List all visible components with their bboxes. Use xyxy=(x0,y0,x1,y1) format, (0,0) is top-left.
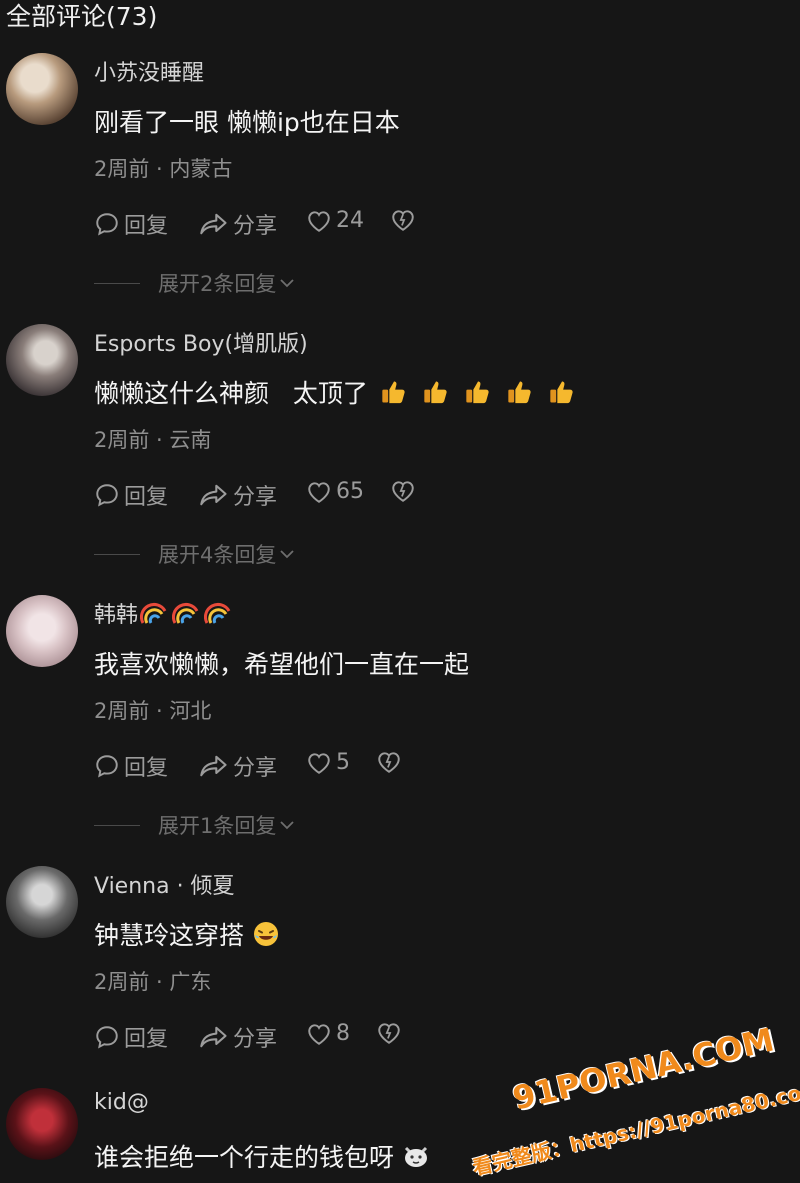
avatar[interactable] xyxy=(6,595,78,667)
heart-icon xyxy=(308,752,330,774)
expand-replies-label: 展开2条回复 xyxy=(158,272,277,296)
laughing-tears-emoji-icon xyxy=(254,922,279,946)
comment-meta: 2周前 · 云南 xyxy=(94,428,212,452)
rainbow-icon xyxy=(140,602,167,624)
comment-text: 懒懒这什么神颜 太顶了 xyxy=(94,374,576,410)
share-button[interactable]: 分享 xyxy=(199,1021,277,1053)
cat-emoji-icon xyxy=(404,1146,428,1167)
reply-bubble-icon xyxy=(96,755,118,778)
dislike-button[interactable] xyxy=(390,479,416,503)
share-arrow-icon xyxy=(200,213,227,235)
expand-replies-label: 展开4条回复 xyxy=(158,543,277,567)
avatar[interactable] xyxy=(6,324,78,396)
divider xyxy=(94,553,140,555)
dislike-button[interactable] xyxy=(376,750,402,774)
share-button[interactable]: 分享 xyxy=(199,479,277,511)
like-button[interactable]: 65 xyxy=(306,479,364,504)
reply-label: 回复 xyxy=(124,1027,169,1052)
expand-replies-button[interactable]: 展开1条回复 xyxy=(94,810,296,840)
thumbs-up-icon xyxy=(550,381,573,404)
share-arrow-icon xyxy=(200,755,227,777)
comment-item: Vienna · 倾夏 钟慧玲这穿搭 2周前 · 广东 回复 分享 8 xyxy=(0,866,800,1076)
comment-text-body: 懒懒这什么神颜 太顶了 xyxy=(94,379,368,408)
dislike-button[interactable] xyxy=(390,208,416,232)
comment-item: 小苏没睡醒 刚看了一眼 懒懒ip也在日本 2周前 · 内蒙古 回复 分享 24 … xyxy=(0,53,800,313)
heart-icon xyxy=(308,481,330,503)
like-button[interactable]: 8 xyxy=(306,1021,350,1046)
reply-bubble-icon xyxy=(96,213,118,236)
comment-meta: 2周前 · 内蒙古 xyxy=(94,157,233,181)
like-count: 8 xyxy=(336,1021,350,1046)
share-button[interactable]: 分享 xyxy=(199,208,277,240)
comment-item: Esports Boy(增肌版) 懒懒这什么神颜 太顶了 2周前 · 云南 回复… xyxy=(0,324,800,584)
comment-username[interactable]: 小苏没睡醒 xyxy=(94,55,204,87)
comment-text: 谁会拒绝一个行走的钱包呀 xyxy=(94,1138,430,1174)
divider xyxy=(94,824,140,826)
comment-text-body: 钟慧玲这穿搭 xyxy=(94,921,245,950)
comment-text: 钟慧玲这穿搭 xyxy=(94,916,280,952)
like-button[interactable]: 24 xyxy=(306,208,364,233)
heart-icon xyxy=(308,1023,330,1045)
divider xyxy=(94,282,140,284)
chevron-down-icon xyxy=(280,550,295,559)
reply-label: 回复 xyxy=(124,485,169,510)
reply-button[interactable]: 回复 xyxy=(94,1021,168,1053)
rainbow-icon xyxy=(204,602,231,624)
avatar[interactable] xyxy=(6,53,78,125)
broken-heart-icon xyxy=(392,210,414,231)
dislike-button[interactable] xyxy=(376,1021,402,1045)
thumbs-up-icon xyxy=(508,381,531,404)
reply-button[interactable]: 回复 xyxy=(94,479,168,511)
chevron-down-icon xyxy=(280,279,295,288)
comment-item: kid@ 谁会拒绝一个行走的钱包呀 xyxy=(0,1088,800,1183)
reply-label: 回复 xyxy=(124,756,169,781)
avatar[interactable] xyxy=(6,866,78,938)
share-button[interactable]: 分享 xyxy=(199,750,277,782)
comment-username[interactable]: Vienna · 倾夏 xyxy=(94,868,235,900)
thumbs-up-icon xyxy=(424,381,447,404)
expand-replies-button[interactable]: 展开4条回复 xyxy=(94,539,296,569)
comments-header: 全部评论(73) xyxy=(6,2,158,31)
reply-label: 回复 xyxy=(124,214,169,239)
comment-username-text: 韩韩 xyxy=(94,603,139,628)
like-count: 24 xyxy=(336,208,364,233)
rainbow-emoji-row xyxy=(140,601,232,625)
broken-heart-icon xyxy=(378,752,400,773)
like-count: 65 xyxy=(336,479,364,504)
reply-bubble-icon xyxy=(96,484,118,507)
avatar[interactable] xyxy=(6,1088,78,1160)
share-arrow-icon xyxy=(200,1026,227,1048)
comment-username[interactable]: Esports Boy(增肌版) xyxy=(94,326,308,358)
like-count: 5 xyxy=(336,750,350,775)
comment-meta: 2周前 · 河北 xyxy=(94,699,212,723)
share-arrow-icon xyxy=(200,484,227,506)
reply-button[interactable]: 回复 xyxy=(94,208,168,240)
thumbs-up-emoji-row xyxy=(380,378,576,406)
heart-icon xyxy=(308,210,330,232)
like-button[interactable]: 5 xyxy=(306,750,350,775)
comment-item: 韩韩 我喜欢懒懒，希望他们一直在一起 2周前 · 河北 回复 分享 5 展开1条… xyxy=(0,595,800,855)
chevron-down-icon xyxy=(280,821,295,830)
expand-replies-label: 展开1条回复 xyxy=(158,814,277,838)
share-label: 分享 xyxy=(233,1027,278,1052)
comment-text: 刚看了一眼 懒懒ip也在日本 xyxy=(94,108,400,137)
thumbs-up-icon xyxy=(382,381,405,404)
reply-bubble-icon xyxy=(96,1026,118,1049)
broken-heart-icon xyxy=(378,1023,400,1044)
share-label: 分享 xyxy=(233,214,278,239)
comment-meta: 2周前 · 广东 xyxy=(94,970,212,994)
rainbow-icon xyxy=(172,602,199,624)
thumbs-up-icon xyxy=(466,381,489,404)
broken-heart-icon xyxy=(392,481,414,502)
share-label: 分享 xyxy=(233,485,278,510)
share-label: 分享 xyxy=(233,756,278,781)
comment-username[interactable]: kid@ xyxy=(94,1090,149,1115)
comment-text-body: 谁会拒绝一个行走的钱包呀 xyxy=(94,1143,395,1172)
comment-username[interactable]: 韩韩 xyxy=(94,597,232,629)
expand-replies-button[interactable]: 展开2条回复 xyxy=(94,268,296,298)
reply-button[interactable]: 回复 xyxy=(94,750,168,782)
comment-text: 我喜欢懒懒，希望他们一直在一起 xyxy=(94,650,470,679)
